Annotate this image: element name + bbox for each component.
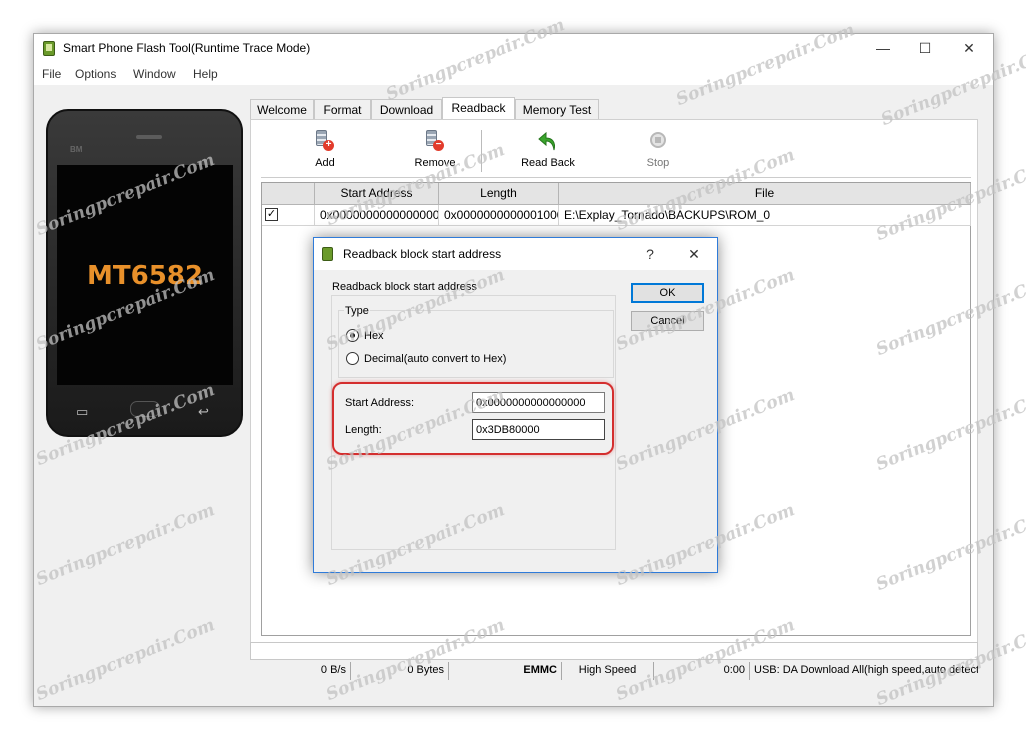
remove-label: Remove <box>414 157 456 169</box>
read-back-button[interactable]: Read Back <box>508 130 588 169</box>
menu-file[interactable]: File <box>42 67 61 81</box>
column-header-start-address[interactable]: Start Address <box>315 183 439 205</box>
menu-help[interactable]: Help <box>193 67 218 81</box>
hex-radio[interactable] <box>346 329 359 342</box>
status-connection: USB: DA Download All(high speed,auto det… <box>754 664 978 676</box>
tab-readback[interactable]: Readback <box>442 97 515 121</box>
row-check-cell: ✓ <box>262 205 315 226</box>
toolbar: + Add − Remove Read Back Stop <box>261 128 971 178</box>
column-header-file[interactable]: File <box>559 183 971 205</box>
back-key-icon: ↩ <box>198 404 209 419</box>
length-label: Length: <box>345 424 382 436</box>
readback-address-dialog: Readback block start address ? ✕ Readbac… <box>313 237 718 573</box>
cancel-button[interactable]: Cancel <box>631 311 704 331</box>
remove-button[interactable]: − Remove <box>395 130 475 169</box>
close-button[interactable]: ✕ <box>946 34 992 63</box>
status-mode: High Speed <box>562 662 654 680</box>
read-back-label: Read Back <box>521 157 575 169</box>
status-speed: 0 B/s <box>250 662 351 680</box>
column-header-length[interactable]: Length <box>439 183 559 205</box>
tab-format[interactable]: Format <box>314 99 371 120</box>
minimize-button[interactable]: — <box>860 34 906 63</box>
tab-download[interactable]: Download <box>371 99 442 120</box>
type-label: Type <box>344 305 370 317</box>
status-time: 0:00 <box>654 662 750 680</box>
menu-bar: File Options Window Help <box>34 63 993 85</box>
column-header-check <box>262 183 315 205</box>
start-address-input[interactable] <box>472 392 605 413</box>
chip-model-label: MT6582 <box>87 261 203 291</box>
menu-window[interactable]: Window <box>133 67 176 81</box>
hex-radio-label[interactable]: Hex <box>364 330 384 342</box>
maximize-button[interactable]: ☐ <box>902 34 948 63</box>
decimal-radio-label[interactable]: Decimal(auto convert to Hex) <box>364 353 506 365</box>
ok-button[interactable]: OK <box>631 283 704 303</box>
group-label: Readback block start address <box>332 281 477 293</box>
dialog-title: Readback block start address <box>343 247 502 261</box>
start-address-label: Start Address: <box>345 397 415 409</box>
add-label: Add <box>315 157 335 169</box>
toolbar-separator <box>481 130 482 172</box>
database-add-icon: + <box>314 130 336 152</box>
add-button[interactable]: + Add <box>285 130 365 169</box>
app-icon <box>43 41 55 56</box>
stop-button[interactable]: Stop <box>618 130 698 169</box>
window-title: Smart Phone Flash Tool(Runtime Trace Mod… <box>63 41 311 55</box>
help-button[interactable]: ? <box>628 238 672 270</box>
dialog-app-icon <box>322 247 333 261</box>
stop-icon <box>647 130 669 152</box>
stop-label: Stop <box>646 157 670 169</box>
phone-brand: BM <box>70 145 83 154</box>
row-checkbox[interactable]: ✓ <box>265 208 278 221</box>
menu-key-icon: ▭ <box>76 404 89 419</box>
status-storage: EMMC <box>449 662 562 680</box>
length-input[interactable] <box>472 419 605 440</box>
title-bar: Smart Phone Flash Tool(Runtime Trace Mod… <box>34 34 993 63</box>
table-row[interactable]: ✓ 0x0000000000000000 0x0000000000001000 … <box>262 205 971 226</box>
table-header: Start Address Length File <box>262 183 971 205</box>
dialog-title-bar: Readback block start address ? ✕ <box>314 238 717 270</box>
database-remove-icon: − <box>424 130 446 152</box>
phone-image: BM MT6582 ▭ ↩ <box>46 109 243 437</box>
tab-memory-test[interactable]: Memory Test <box>515 99 599 120</box>
home-key-icon <box>130 401 160 417</box>
menu-options[interactable]: Options <box>75 67 116 81</box>
tab-welcome[interactable]: Welcome <box>250 99 314 120</box>
status-bar: 0 B/s 0 Bytes EMMC High Speed 0:00 USB: … <box>250 662 978 680</box>
row-start-address: 0x0000000000000000 <box>315 205 439 226</box>
progress-bar <box>250 642 978 660</box>
row-length: 0x0000000000001000 <box>439 205 559 226</box>
dialog-close-button[interactable]: ✕ <box>672 238 716 270</box>
status-bytes: 0 Bytes <box>351 662 449 680</box>
phone-screen: MT6582 <box>57 165 233 385</box>
row-file: E:\Explay_Tornado\BACKUPS\ROM_0 <box>559 205 971 226</box>
decimal-radio[interactable] <box>346 352 359 365</box>
green-arrow-back-icon <box>537 130 559 152</box>
phone-speaker <box>136 135 162 139</box>
type-group-box <box>338 310 614 378</box>
